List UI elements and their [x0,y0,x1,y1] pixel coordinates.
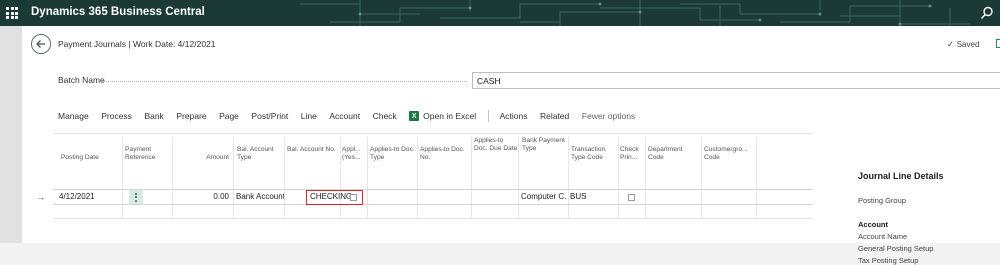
save-status-label: Saved [956,40,980,49]
page-title: Payment Journals | Work Date: 4/12/2021 [58,39,216,49]
cell-posting-date[interactable]: 4/12/2021 [59,190,121,204]
cell-bank-payment-type[interactable]: Computer C... [521,190,567,204]
app-title: Dynamics 365 Business Central [31,6,205,18]
row-selector-arrow-icon: → [36,192,45,202]
menu-check[interactable]: Check [373,111,397,121]
open-in-excel-label: Open in Excel [423,111,477,121]
action-bar: Manage Process Bank Prepare Page Post/Pr… [58,109,648,123]
open-in-excel-button[interactable]: X Open in Excel [409,111,476,121]
search-icon[interactable] [979,5,995,21]
details-title: Journal Line Details [858,171,944,181]
col-header-bal-account-type[interactable]: Bal. Account Type [237,146,283,162]
expand-panel-icon[interactable] [996,39,1000,48]
menu-page[interactable]: Page [219,111,239,121]
col-header-bank-payment-type[interactable]: Bank Payment Type [522,137,567,153]
col-header-department-code[interactable]: Department Code [648,146,700,162]
left-margin [0,26,22,243]
batch-name-input[interactable]: CASH [472,72,1000,89]
details-account-name[interactable]: Account Name [858,232,907,241]
details-tax-posting-setup[interactable]: Tax Posting Setup [858,256,918,265]
back-arrow-icon [36,40,45,48]
menu-account[interactable]: Account [329,111,360,121]
menu-separator [487,110,489,122]
app-header-bar: Dynamics 365 Business Central [0,0,1000,26]
excel-icon: X [409,111,420,121]
save-status: ✓ Saved [947,40,979,49]
fewer-options-button[interactable]: Fewer options [582,111,635,121]
details-general-posting-setup[interactable]: General Posting Setup [858,244,933,253]
menu-manage[interactable]: Manage [58,111,89,121]
menu-post-print[interactable]: Post/Print [251,111,288,121]
grid-top-border [53,133,813,134]
col-header-applies-to-doc-type[interactable]: Applies-to Doc. Type [370,146,416,162]
batch-name-label: Batch Name [58,75,105,85]
cell-transaction-type-code[interactable]: BUS [570,190,616,204]
details-account-header: Account [858,220,888,229]
col-header-payment-reference[interactable]: Payment Reference [125,146,171,162]
col-header-check-printed[interactable]: Check Prin... [620,146,644,162]
menu-actions[interactable]: Actions [500,111,528,121]
row-actions-button[interactable] [129,190,143,204]
batch-name-leader [102,81,467,82]
checkmark-icon: ✓ [947,40,954,49]
col-header-applies-to-doc-due-date[interactable]: Applies-to Doc. Due Date [474,137,518,153]
table-row[interactable] [53,189,813,205]
menu-prepare[interactable]: Prepare [176,111,206,121]
col-header-bal-account-no[interactable]: Bal. Account No. [287,146,339,154]
menu-related[interactable]: Related [540,111,569,121]
checkbox-applies-yes[interactable] [350,194,357,201]
col-header-amount[interactable]: Amount [175,154,229,162]
menu-process[interactable]: Process [101,111,132,121]
details-posting-group[interactable]: Posting Group [858,196,906,205]
cell-amount[interactable]: 0.00 [174,190,229,204]
checkbox-check-printed[interactable] [628,194,635,201]
col-header-customergroup-code[interactable]: Customergro... Code [704,146,756,162]
col-header-applies-to-doc-no[interactable]: Applies-to Doc. No. [420,146,470,162]
col-header-applies-yes[interactable]: Appl... (Yes... [342,146,368,162]
back-button[interactable] [31,34,51,54]
col-header-transaction-type-code[interactable]: Transaction Type Code [571,146,617,162]
app-launcher-icon[interactable] [6,7,18,19]
menu-line[interactable]: Line [301,111,317,121]
menu-bank[interactable]: Bank [144,111,163,121]
table-row-empty[interactable] [53,205,813,219]
journal-page: Payment Journals | Work Date: 4/12/2021 … [22,26,1000,265]
col-header-posting-date[interactable]: Posting Date [61,154,121,162]
cell-bal-account-type[interactable]: Bank Account [236,190,284,204]
